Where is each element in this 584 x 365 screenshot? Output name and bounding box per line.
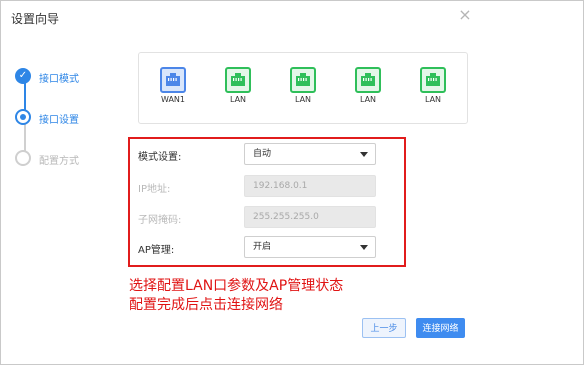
ethernet-port-icon: [420, 67, 446, 93]
port-label: WAN1: [160, 95, 186, 104]
step-interface-mode[interactable]: ✓ 接口模式: [15, 68, 115, 88]
mask-row: 子网掩码: 255.255.255.0: [138, 206, 378, 228]
ethernet-port-icon: [225, 67, 251, 93]
port-label: LAN: [359, 95, 377, 104]
wizard-steps: ✓ 接口模式 接口设置 配置方式: [15, 65, 115, 175]
port-lan[interactable]: LAN: [222, 67, 254, 104]
mask-field: 255.255.255.0: [244, 206, 376, 228]
ap-row: AP管理: 开启: [138, 236, 378, 258]
port-lan[interactable]: LAN: [352, 67, 384, 104]
ip-field: 192.168.0.1: [244, 175, 376, 197]
mode-row: 模式设置: 自动: [138, 143, 378, 165]
ethernet-port-icon: [290, 67, 316, 93]
dialog-title: 设置向导: [11, 12, 60, 26]
ap-value: 开启: [253, 242, 272, 252]
mask-label: 子网掩码:: [138, 215, 182, 226]
ap-label: AP管理:: [138, 245, 175, 256]
step-config-method: 配置方式: [15, 150, 115, 170]
ethernet-port-icon: [160, 67, 186, 93]
annotation-line-1: 选择配置LAN口参数及AP管理状态: [129, 278, 344, 294]
close-icon[interactable]: ×: [457, 7, 473, 23]
port-lan[interactable]: LAN: [417, 67, 449, 104]
port-label: LAN: [229, 95, 247, 104]
ip-row: IP地址: 192.168.0.1: [138, 175, 378, 197]
current-step-icon: [15, 109, 31, 125]
port-label: LAN: [294, 95, 312, 104]
chevron-down-icon: [360, 152, 368, 157]
ethernet-port-icon: [355, 67, 381, 93]
step-label: 配置方式: [39, 156, 79, 167]
port-lan[interactable]: LAN: [287, 67, 319, 104]
mode-select[interactable]: 自动: [244, 143, 376, 165]
ap-select[interactable]: 开启: [244, 236, 376, 258]
port-label: LAN: [424, 95, 442, 104]
pending-step-icon: [15, 150, 31, 166]
ip-label: IP地址:: [138, 184, 171, 195]
step-label: 接口模式: [39, 74, 79, 85]
prev-button[interactable]: 上一步: [362, 318, 406, 338]
step-interface-settings[interactable]: 接口设置: [15, 109, 115, 129]
port-wan1[interactable]: WAN1: [157, 67, 189, 104]
annotation-line-2: 配置完成后点击连接网络: [129, 297, 283, 313]
mode-label: 模式设置:: [138, 152, 182, 163]
port-panel: WAN1 LAN LAN LAN LAN: [138, 52, 468, 124]
mode-value: 自动: [253, 149, 272, 159]
check-icon: ✓: [15, 68, 31, 84]
connect-button[interactable]: 连接网络: [416, 318, 465, 338]
step-label: 接口设置: [39, 115, 79, 126]
chevron-down-icon: [360, 245, 368, 250]
setup-wizard-dialog: 设置向导 × ✓ 接口模式 接口设置 配置方式 WAN1 LAN LAN LAN…: [0, 0, 584, 365]
